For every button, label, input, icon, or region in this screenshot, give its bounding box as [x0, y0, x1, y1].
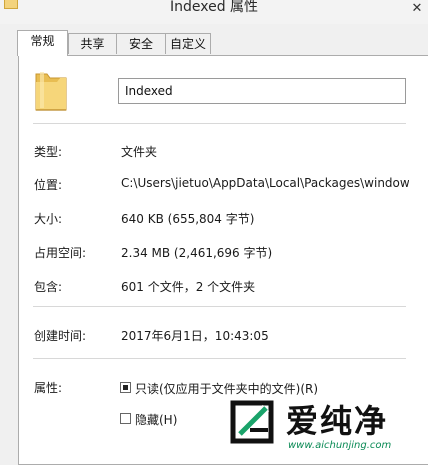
separator [33, 358, 406, 359]
size-on-disk-value: 2.34 MB (2,461,696 字节) [121, 246, 273, 260]
folder-icon [35, 72, 67, 111]
separator [33, 123, 406, 124]
folder-name-input[interactable] [118, 78, 406, 104]
hidden-checkbox[interactable] [120, 413, 131, 424]
tab-customize[interactable]: 自定义 [165, 33, 211, 54]
type-label: 类型: [34, 145, 63, 159]
title-bar: Indexed 属性 ✕ [0, 0, 428, 24]
separator [33, 306, 406, 307]
size-value: 640 KB (655,804 字节) [121, 212, 255, 226]
watermark: 爱纯净 www.aichunjing.com [222, 394, 428, 458]
hidden-checkbox-label[interactable]: 隐藏(H) [135, 411, 177, 428]
tab-strip: 常规 共享 安全 自定义 [0, 30, 428, 56]
watermark-url: www.aichunjing.com [288, 440, 392, 451]
location-label: 位置: [34, 178, 63, 192]
contains-label: 包含: [34, 280, 63, 294]
readonly-checkbox[interactable] [120, 382, 131, 393]
contains-value: 601 个文件，2 个文件夹 [121, 280, 256, 294]
watermark-logo-icon [230, 400, 274, 444]
created-label: 创建时间: [34, 329, 87, 343]
created-value: 2017年6月1日，10:43:05 [121, 329, 269, 343]
attributes-label: 属性: [34, 381, 63, 395]
tab-sharing[interactable]: 共享 [68, 33, 117, 54]
window-title: Indexed 属性 [169, 0, 259, 15]
location-value: C:\Users\jietuo\AppData\Local\Packages\w… [121, 176, 409, 190]
size-on-disk-label: 占用空间: [34, 246, 87, 260]
size-label: 大小: [34, 212, 63, 226]
close-button[interactable]: ✕ [408, 0, 426, 16]
watermark-name: 爱纯净 [286, 402, 389, 440]
tab-general[interactable]: 常规 [17, 30, 68, 56]
type-value: 文件夹 [121, 145, 158, 159]
close-icon: ✕ [411, 0, 423, 16]
tab-security[interactable]: 安全 [116, 33, 166, 54]
